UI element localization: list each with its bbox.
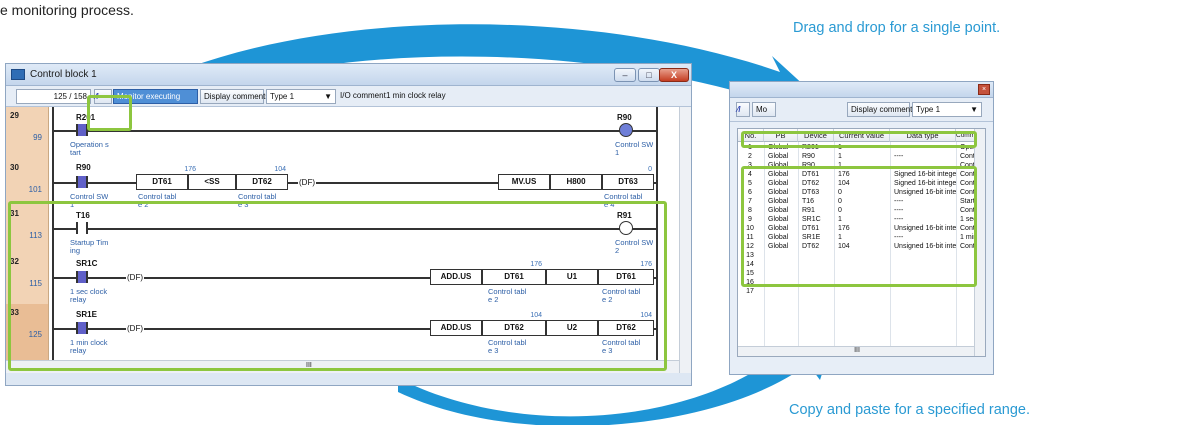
minimize-button[interactable]: – <box>614 68 636 82</box>
display-comments-button[interactable]: Display comments <box>847 102 916 117</box>
cell-value <box>838 287 888 296</box>
contact-device: R90 <box>76 163 91 172</box>
contact-symbol[interactable] <box>76 176 88 188</box>
close-icon[interactable]: × <box>978 84 990 95</box>
compare-operand[interactable]: DT62 <box>236 174 288 190</box>
highlight-range-right <box>741 166 977 287</box>
ladder-window-icon <box>11 69 25 80</box>
rung-wire <box>54 130 656 132</box>
step-position: 125 / 158 <box>16 89 91 104</box>
maximize-button[interactable]: □ <box>638 68 660 82</box>
cell-device <box>802 287 834 296</box>
highlight-single-point-left <box>87 95 132 131</box>
step-number: 101 <box>28 185 42 194</box>
intro-text: e monitoring process. <box>0 2 134 18</box>
monitor-toolbar: ⁄/ Mo Display comments Type 1 ▼ <box>730 98 993 122</box>
cell-no: 17 <box>746 288 754 295</box>
table-row[interactable]: 2GlobalR901----Control SW 1 <box>738 152 985 161</box>
compare-value: 104 <box>274 166 286 173</box>
cell-device: R90 <box>802 153 815 160</box>
type-select[interactable]: Type 1 ▼ <box>912 102 982 117</box>
contact-comment: Operation s tart <box>70 141 109 157</box>
caption-drag-drop: Drag and drop for a single point. <box>793 20 1001 36</box>
table-row[interactable]: 17 <box>738 287 985 296</box>
mv-source[interactable]: H800 <box>550 174 602 190</box>
df-instruction[interactable]: (DF) <box>298 178 316 187</box>
chevron-down-icon: ▼ <box>970 105 978 114</box>
title-bar[interactable]: Control block 1 – □ X <box>6 64 691 86</box>
io-comment-value: 1 min clock relay <box>386 91 446 100</box>
cell-pb: Global <box>768 153 789 160</box>
close-button[interactable]: X <box>659 68 689 82</box>
step-number: 99 <box>33 133 42 142</box>
monitor-toggle-icon[interactable]: ⁄/ <box>736 102 750 117</box>
cell-no: 2 <box>748 153 752 160</box>
compare-operand[interactable]: DT61 <box>136 174 188 190</box>
coil-symbol[interactable] <box>619 123 633 137</box>
horizontal-scrollbar[interactable]: III <box>738 346 976 356</box>
cell-type <box>894 287 956 296</box>
title-bar[interactable]: × <box>730 82 993 98</box>
type-select-value: Type 1 <box>916 105 941 114</box>
monitor-button[interactable]: Mo <box>752 102 776 117</box>
type-select-value: Type 1 <box>270 92 295 101</box>
rung-number: 29 <box>10 111 19 120</box>
highlight-range-left <box>8 201 667 371</box>
mv-destination-value: 0 <box>648 166 652 173</box>
cell-pb <box>768 287 798 296</box>
window-title: Control block 1 <box>30 69 97 80</box>
type-select[interactable]: Type 1 ▼ <box>266 89 336 104</box>
cell-type: ---- <box>894 153 904 160</box>
chevron-down-icon: ▼ <box>324 92 332 101</box>
cell-value: 1 <box>838 153 842 160</box>
highlight-single-point-right <box>741 131 977 148</box>
vertical-scrollbar[interactable] <box>679 107 691 373</box>
caption-copy-paste: Copy and paste for a specified range. <box>789 402 1031 418</box>
coil-device: R90 <box>617 113 632 122</box>
coil-comment: Control SW 1 <box>615 141 654 157</box>
io-comment-label: I/O comment <box>340 91 386 100</box>
compare-operator[interactable]: <SS <box>188 174 236 190</box>
mv-destination[interactable]: DT63 <box>602 174 654 190</box>
rung-number: 30 <box>10 163 19 172</box>
compare-value: 176 <box>184 166 196 173</box>
mv-instruction[interactable]: MV.US <box>498 174 550 190</box>
display-comments-button[interactable]: Display comments <box>200 89 269 104</box>
